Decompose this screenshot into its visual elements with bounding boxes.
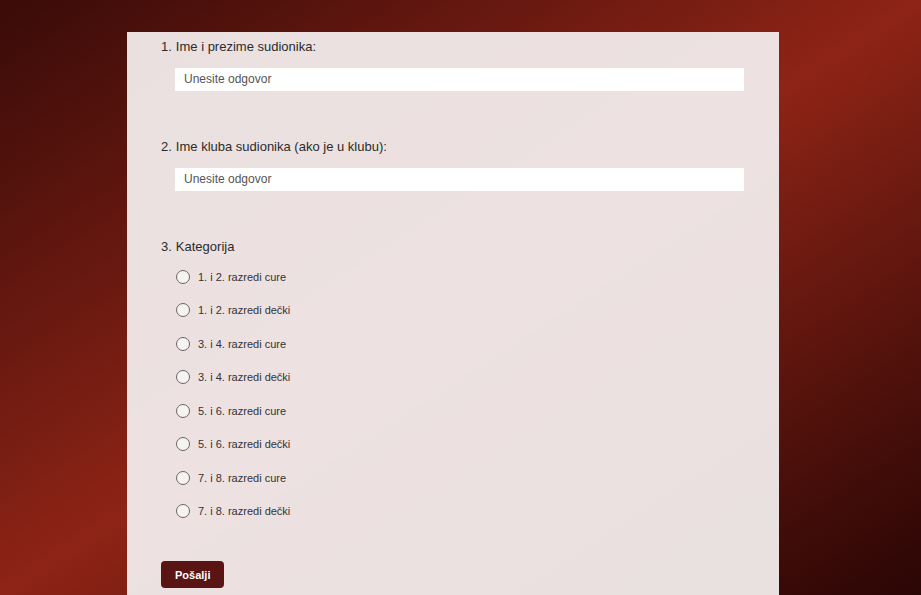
question-label: 1.Ime i prezime sudionika: xyxy=(161,37,745,57)
radio-option[interactable]: 7. i 8. razredi dečki xyxy=(176,495,745,529)
radio-circle-icon[interactable] xyxy=(176,303,190,317)
form-card: 1.Ime i prezime sudionika: 2.Ime kluba su… xyxy=(127,32,779,595)
radio-option[interactable]: 3. i 4. razredi dečki xyxy=(176,361,745,395)
form-question: 1.Ime i prezime sudionika: xyxy=(161,37,745,91)
option-label: 3. i 4. razredi dečki xyxy=(198,369,290,385)
option-label: 5. i 6. razredi dečki xyxy=(198,436,290,452)
radio-option[interactable]: 5. i 6. razredi dečki xyxy=(176,428,745,462)
question-label: 2.Ime kluba sudionika (ako je u klubu): xyxy=(161,137,745,157)
radio-option[interactable]: 1. i 2. razredi cure xyxy=(176,260,745,294)
option-label: 3. i 4. razredi cure xyxy=(198,336,286,352)
form-question: 2.Ime kluba sudionika (ako je u klubu): xyxy=(161,137,745,191)
radio-option[interactable]: 7. i 8. razredi cure xyxy=(176,461,745,495)
submit-button[interactable]: Pošalji xyxy=(161,561,224,588)
answer-input[interactable] xyxy=(175,68,744,91)
option-label: 7. i 8. razredi cure xyxy=(198,470,286,486)
radio-group: 1. i 2. razredi cure 1. i 2. razredi dečk… xyxy=(176,260,745,528)
radio-option[interactable]: 3. i 4. razredi cure xyxy=(176,327,745,361)
radio-circle-icon[interactable] xyxy=(176,437,190,451)
radio-option[interactable]: 5. i 6. razredi cure xyxy=(176,394,745,428)
radio-circle-icon[interactable] xyxy=(176,270,190,284)
radio-circle-icon[interactable] xyxy=(176,337,190,351)
radio-circle-icon[interactable] xyxy=(176,404,190,418)
radio-circle-icon[interactable] xyxy=(176,504,190,518)
page: 1.Ime i prezime sudionika: 2.Ime kluba su… xyxy=(0,0,921,595)
question-label: 3.Kategorija xyxy=(161,237,745,257)
form-question: 3.Kategorija1. i 2. razredi cure1. i 2. … xyxy=(161,237,745,528)
answer-input[interactable] xyxy=(175,168,744,191)
option-label: 1. i 2. razredi dečki xyxy=(198,302,290,318)
radio-option[interactable]: 1. i 2. razredi dečki xyxy=(176,294,745,328)
radio-circle-icon[interactable] xyxy=(176,471,190,485)
option-label: 7. i 8. razredi dečki xyxy=(198,503,290,519)
option-label: 5. i 6. razredi cure xyxy=(198,403,286,419)
option-label: 1. i 2. razredi cure xyxy=(198,269,286,285)
radio-circle-icon[interactable] xyxy=(176,370,190,384)
